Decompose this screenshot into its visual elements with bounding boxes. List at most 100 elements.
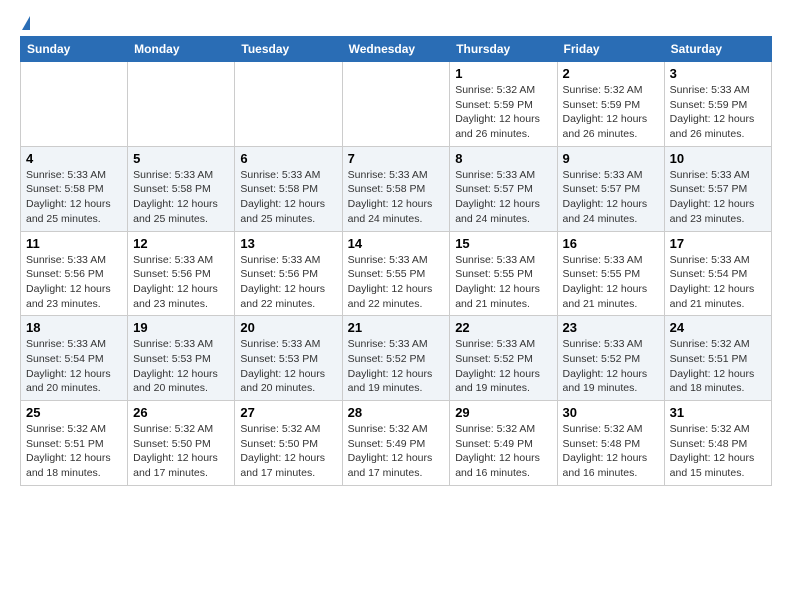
calendar-cell: 15 Sunrise: 5:33 AMSunset: 5:55 PMDayligh…	[450, 231, 557, 316]
calendar-cell: 26 Sunrise: 5:32 AMSunset: 5:50 PMDayligh…	[128, 401, 235, 486]
day-info: Sunrise: 5:32 AMSunset: 5:48 PMDaylight:…	[670, 422, 766, 481]
day-info: Sunrise: 5:33 AMSunset: 5:59 PMDaylight:…	[670, 83, 766, 142]
day-number: 24	[670, 320, 766, 335]
day-number: 9	[563, 151, 659, 166]
day-info: Sunrise: 5:33 AMSunset: 5:58 PMDaylight:…	[133, 168, 229, 227]
calendar-cell: 22 Sunrise: 5:33 AMSunset: 5:52 PMDayligh…	[450, 316, 557, 401]
day-number: 3	[670, 66, 766, 81]
calendar-cell: 23Sunrise: 5:33 AMSunset: 5:52 PMDayligh…	[557, 316, 664, 401]
day-number: 10	[670, 151, 766, 166]
day-number: 21	[348, 320, 445, 335]
day-number: 31	[670, 405, 766, 420]
calendar-cell	[128, 62, 235, 147]
day-number: 27	[240, 405, 336, 420]
day-number: 5	[133, 151, 229, 166]
day-info: Sunrise: 5:33 AMSunset: 5:55 PMDaylight:…	[455, 253, 551, 312]
calendar-week-row: 11 Sunrise: 5:33 AMSunset: 5:56 PMDayligh…	[21, 231, 772, 316]
day-info: Sunrise: 5:33 AMSunset: 5:57 PMDaylight:…	[670, 168, 766, 227]
day-info: Sunrise: 5:32 AMSunset: 5:50 PMDaylight:…	[133, 422, 229, 481]
logo	[20, 16, 30, 30]
day-number: 7	[348, 151, 445, 166]
day-info: Sunrise: 5:32 AMSunset: 5:49 PMDaylight:…	[348, 422, 445, 481]
day-info: Sunrise: 5:33 AMSunset: 5:58 PMDaylight:…	[348, 168, 445, 227]
calendar-table: SundayMondayTuesdayWednesdayThursdayFrid…	[20, 36, 772, 486]
calendar-week-row: 1 Sunrise: 5:32 AMSunset: 5:59 PMDaylight…	[21, 62, 772, 147]
day-number: 17	[670, 236, 766, 251]
day-number: 16	[563, 236, 659, 251]
calendar-cell: 5 Sunrise: 5:33 AMSunset: 5:58 PMDaylight…	[128, 146, 235, 231]
day-info: Sunrise: 5:32 AMSunset: 5:59 PMDaylight:…	[563, 83, 659, 142]
calendar-cell: 18Sunrise: 5:33 AMSunset: 5:54 PMDayligh…	[21, 316, 128, 401]
day-number: 14	[348, 236, 445, 251]
calendar-cell: 12 Sunrise: 5:33 AMSunset: 5:56 PMDayligh…	[128, 231, 235, 316]
day-info: Sunrise: 5:33 AMSunset: 5:53 PMDaylight:…	[240, 337, 336, 396]
day-info: Sunrise: 5:33 AMSunset: 5:58 PMDaylight:…	[26, 168, 122, 227]
calendar-cell: 25 Sunrise: 5:32 AMSunset: 5:51 PMDayligh…	[21, 401, 128, 486]
calendar-cell: 17 Sunrise: 5:33 AMSunset: 5:54 PMDayligh…	[664, 231, 771, 316]
day-number: 4	[26, 151, 122, 166]
day-header-thursday: Thursday	[450, 37, 557, 62]
day-number: 26	[133, 405, 229, 420]
day-info: Sunrise: 5:33 AMSunset: 5:56 PMDaylight:…	[26, 253, 122, 312]
calendar-cell: 7 Sunrise: 5:33 AMSunset: 5:58 PMDaylight…	[342, 146, 450, 231]
day-number: 13	[240, 236, 336, 251]
calendar-cell	[235, 62, 342, 147]
day-info: Sunrise: 5:33 AMSunset: 5:54 PMDaylight:…	[670, 253, 766, 312]
day-info: Sunrise: 5:33 AMSunset: 5:55 PMDaylight:…	[563, 253, 659, 312]
calendar-cell	[21, 62, 128, 147]
logo-triangle-icon	[22, 16, 30, 30]
day-header-friday: Friday	[557, 37, 664, 62]
day-number: 11	[26, 236, 122, 251]
day-info: Sunrise: 5:32 AMSunset: 5:50 PMDaylight:…	[240, 422, 336, 481]
calendar-cell: 3 Sunrise: 5:33 AMSunset: 5:59 PMDaylight…	[664, 62, 771, 147]
day-number: 22	[455, 320, 551, 335]
day-number: 19	[133, 320, 229, 335]
day-info: Sunrise: 5:33 AMSunset: 5:56 PMDaylight:…	[133, 253, 229, 312]
day-info: Sunrise: 5:33 AMSunset: 5:53 PMDaylight:…	[133, 337, 229, 396]
calendar-cell: 16 Sunrise: 5:33 AMSunset: 5:55 PMDayligh…	[557, 231, 664, 316]
day-number: 18	[26, 320, 122, 335]
day-info: Sunrise: 5:32 AMSunset: 5:59 PMDaylight:…	[455, 83, 551, 142]
day-info: Sunrise: 5:33 AMSunset: 5:55 PMDaylight:…	[348, 253, 445, 312]
page-header	[20, 16, 772, 30]
calendar-week-row: 4 Sunrise: 5:33 AMSunset: 5:58 PMDaylight…	[21, 146, 772, 231]
calendar-cell: 28 Sunrise: 5:32 AMSunset: 5:49 PMDayligh…	[342, 401, 450, 486]
day-number: 15	[455, 236, 551, 251]
day-info: Sunrise: 5:32 AMSunset: 5:48 PMDaylight:…	[563, 422, 659, 481]
calendar-cell: 27 Sunrise: 5:32 AMSunset: 5:50 PMDayligh…	[235, 401, 342, 486]
day-header-monday: Monday	[128, 37, 235, 62]
day-info: Sunrise: 5:33 AMSunset: 5:57 PMDaylight:…	[563, 168, 659, 227]
day-number: 25	[26, 405, 122, 420]
calendar-cell: 24 Sunrise: 5:32 AMSunset: 5:51 PMDayligh…	[664, 316, 771, 401]
calendar-cell: 31 Sunrise: 5:32 AMSunset: 5:48 PMDayligh…	[664, 401, 771, 486]
day-number: 12	[133, 236, 229, 251]
calendar-cell: 10 Sunrise: 5:33 AMSunset: 5:57 PMDayligh…	[664, 146, 771, 231]
day-info: Sunrise: 5:33 AMSunset: 5:52 PMDaylight:…	[455, 337, 551, 396]
calendar-week-row: 18Sunrise: 5:33 AMSunset: 5:54 PMDayligh…	[21, 316, 772, 401]
day-number: 28	[348, 405, 445, 420]
calendar-week-row: 25 Sunrise: 5:32 AMSunset: 5:51 PMDayligh…	[21, 401, 772, 486]
day-number: 1	[455, 66, 551, 81]
calendar-cell: 29Sunrise: 5:32 AMSunset: 5:49 PMDayligh…	[450, 401, 557, 486]
day-number: 30	[563, 405, 659, 420]
day-header-saturday: Saturday	[664, 37, 771, 62]
calendar-cell: 20 Sunrise: 5:33 AMSunset: 5:53 PMDayligh…	[235, 316, 342, 401]
calendar-cell	[342, 62, 450, 147]
day-info: Sunrise: 5:33 AMSunset: 5:52 PMDaylight:…	[563, 337, 659, 396]
day-number: 20	[240, 320, 336, 335]
calendar-cell: 1 Sunrise: 5:32 AMSunset: 5:59 PMDaylight…	[450, 62, 557, 147]
day-info: Sunrise: 5:33 AMSunset: 5:57 PMDaylight:…	[455, 168, 551, 227]
calendar-cell: 4 Sunrise: 5:33 AMSunset: 5:58 PMDaylight…	[21, 146, 128, 231]
day-header-tuesday: Tuesday	[235, 37, 342, 62]
calendar-cell: 13 Sunrise: 5:33 AMSunset: 5:56 PMDayligh…	[235, 231, 342, 316]
calendar-cell: 30 Sunrise: 5:32 AMSunset: 5:48 PMDayligh…	[557, 401, 664, 486]
day-number: 6	[240, 151, 336, 166]
day-info: Sunrise: 5:33 AMSunset: 5:56 PMDaylight:…	[240, 253, 336, 312]
calendar-cell: 2Sunrise: 5:32 AMSunset: 5:59 PMDaylight…	[557, 62, 664, 147]
day-info: Sunrise: 5:32 AMSunset: 5:51 PMDaylight:…	[670, 337, 766, 396]
calendar-cell: 19 Sunrise: 5:33 AMSunset: 5:53 PMDayligh…	[128, 316, 235, 401]
day-info: Sunrise: 5:32 AMSunset: 5:51 PMDaylight:…	[26, 422, 122, 481]
day-info: Sunrise: 5:32 AMSunset: 5:49 PMDaylight:…	[455, 422, 551, 481]
calendar-cell: 8Sunrise: 5:33 AMSunset: 5:57 PMDaylight…	[450, 146, 557, 231]
calendar-cell: 14 Sunrise: 5:33 AMSunset: 5:55 PMDayligh…	[342, 231, 450, 316]
